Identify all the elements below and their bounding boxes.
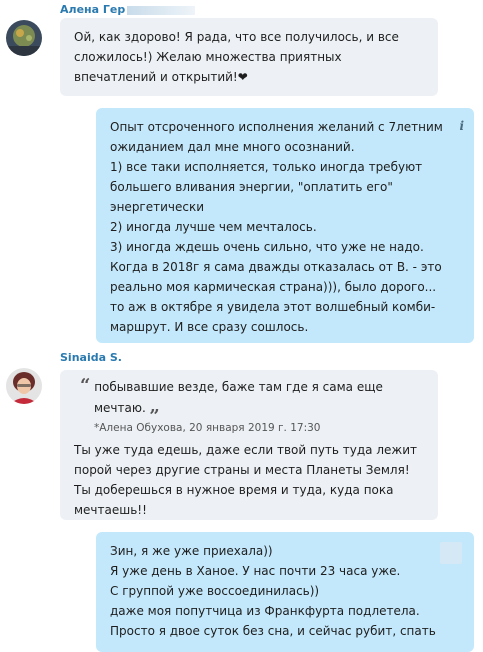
quote-meta: *Алена Обухова, 20 января 2019 г. 17:30: [94, 422, 321, 434]
message-line: Опыт отсроченного исполнения желаний с 7…: [110, 120, 443, 134]
message-line: Зин, я же уже приехала)): [110, 544, 273, 558]
message-line: 3) иногда ждешь очень сильно, что уже не…: [110, 240, 424, 254]
message-line: сложилось!) Желаю множества приятных: [74, 50, 342, 64]
quote-open-icon: “: [80, 375, 91, 396]
sender-name[interactable]: Sinaida S.: [60, 351, 122, 364]
message-line: 2) иногда лучше чем мечталось.: [110, 220, 317, 234]
sender-name[interactable]: Алена Гер: [60, 3, 196, 16]
message-line: реально моя кармическая страна))), было …: [110, 280, 437, 294]
message-line: Ты доберешься в нужное время и туда, куд…: [74, 483, 394, 497]
message-line: Я уже день в Ханое. У нас почти 23 часа …: [110, 564, 401, 578]
message-line: С группой уже воссоединилась)): [110, 584, 320, 598]
message-line: даже моя попутчица из Франкфурта подлете…: [110, 604, 420, 618]
message-line: ожиданием дал мне много осознаний.: [110, 140, 355, 154]
message-line: впечатлений и открытий!❤: [74, 70, 248, 84]
avatar-sinaida[interactable]: [6, 368, 42, 404]
message-bubble[interactable]: “ побывавшие везде, баже там где я сама …: [60, 370, 438, 520]
redacted-surname: [127, 5, 196, 15]
message-line: маршрут. И все сразу сошлось.: [110, 320, 309, 334]
sender-name-text[interactable]: Алена Гер: [60, 3, 125, 16]
quote-line: побывавшие везде, баже там где я сама ещ…: [94, 380, 383, 394]
avatar-image: [6, 20, 42, 56]
avatar-image: [6, 368, 42, 404]
message-line: Ой, как здорово! Я рада, что все получил…: [74, 30, 399, 44]
message-line: Когда в 2018г я сама дважды отказалась о…: [110, 260, 442, 274]
redacted-icon: [440, 542, 462, 564]
message-bubble[interactable]: Опыт отсроченного исполнения желаний с 7…: [96, 108, 474, 343]
message-bubble[interactable]: Ой, как здорово! Я рада, что все получил…: [60, 18, 438, 96]
message-bubble[interactable]: Зин, я же уже приехала)) Я уже день в Ха…: [96, 532, 474, 652]
quote-line: мечтаю.: [94, 401, 146, 415]
message-line: Просто я двое суток без сна, и сейчас ру…: [110, 624, 436, 638]
quoted-message[interactable]: “ побывавшие везде, баже там где я сама …: [74, 376, 424, 438]
message-line: то аж в октябре я увидела этот волшебный…: [110, 300, 436, 314]
message-line: Ты уже туда едешь, даже если твой путь т…: [74, 443, 418, 457]
message-line: 1) все таки исполняется, только иногда т…: [110, 160, 423, 174]
message-line: мечтаешь!!: [74, 503, 147, 517]
message-line: большего вливания энергии, "оплатить его…: [110, 180, 393, 194]
quote-close-icon: „: [149, 396, 160, 417]
avatar-alena[interactable]: [6, 20, 42, 56]
message-line: энергетически: [110, 200, 205, 214]
info-icon[interactable]: i: [459, 116, 464, 136]
message-line: порой через другие страны и места Планет…: [74, 463, 410, 477]
